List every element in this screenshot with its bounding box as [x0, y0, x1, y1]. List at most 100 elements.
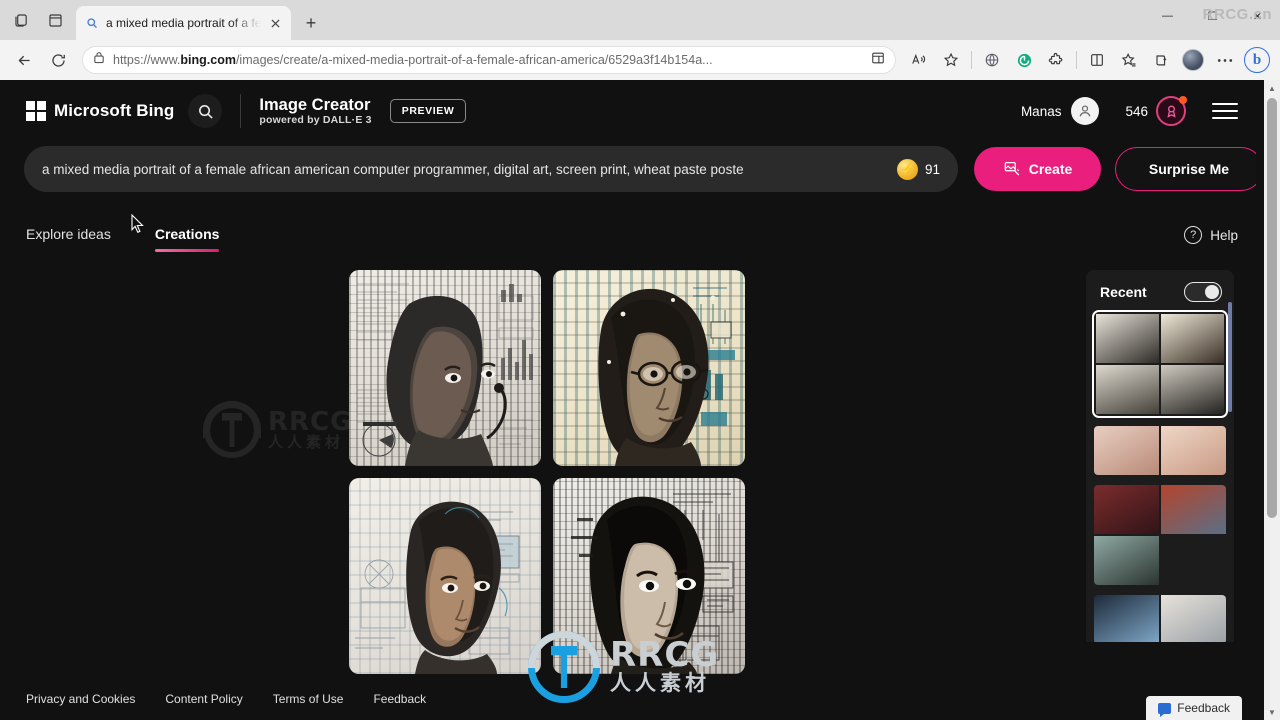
- split-screen-icon[interactable]: [1082, 45, 1112, 75]
- creations-content: Recent: [8, 270, 1256, 674]
- close-icon[interactable]: [267, 15, 283, 31]
- favorites-bar-icon[interactable]: [1114, 45, 1144, 75]
- recent-thumbnail[interactable]: [1094, 536, 1159, 585]
- recent-thumbnail[interactable]: [1094, 595, 1159, 642]
- recent-thumbnail[interactable]: [1161, 314, 1224, 363]
- create-button-label: Create: [1028, 161, 1073, 177]
- creation-image[interactable]: [349, 270, 541, 466]
- restore-button[interactable]: ❐: [1190, 0, 1235, 32]
- footer-link-feedback[interactable]: Feedback: [373, 692, 426, 706]
- recent-group[interactable]: [1094, 595, 1226, 642]
- tab-explore-ideas[interactable]: Explore ideas: [26, 226, 111, 252]
- creation-image[interactable]: [553, 270, 745, 466]
- preview-badge: PREVIEW: [389, 99, 467, 123]
- copilot-bing-icon[interactable]: b: [1242, 45, 1272, 75]
- help-label: Help: [1210, 227, 1238, 243]
- page-subtitle: powered by DALL·E 3: [259, 114, 372, 127]
- reload-icon[interactable]: [42, 44, 74, 76]
- header-right: Manas 546: [1021, 96, 1238, 126]
- recent-thumbnail[interactable]: [1161, 426, 1226, 475]
- globe-icon[interactable]: [977, 45, 1007, 75]
- feedback-speech-bubble-icon: [1158, 702, 1172, 717]
- feedback-button-label: Feedback: [1177, 701, 1230, 715]
- creation-image[interactable]: [349, 478, 541, 674]
- search-icon[interactable]: [188, 94, 223, 128]
- tab-title: a mixed media portrait of a fema: [106, 16, 261, 30]
- notification-dot: [1179, 96, 1187, 104]
- footer-link-terms[interactable]: Terms of Use: [273, 692, 344, 706]
- microsoft-bing-logo[interactable]: Microsoft Bing: [26, 101, 174, 121]
- hamburger-menu-icon[interactable]: [1212, 103, 1238, 119]
- back-arrow-icon[interactable]: [8, 44, 40, 76]
- surprise-me-button[interactable]: Surprise Me: [1115, 147, 1256, 191]
- recent-thumbnail[interactable]: [1161, 595, 1226, 642]
- prompt-input[interactable]: a mixed media portrait of a female afric…: [42, 162, 883, 177]
- page-scrollbar[interactable]: ▲ ▼: [1264, 80, 1280, 720]
- rewards-badge-icon: [1156, 96, 1187, 126]
- extensions-puzzle-icon[interactable]: [1041, 45, 1071, 75]
- product-title-block: Image Creator powered by DALL·E 3: [259, 96, 371, 127]
- create-button[interactable]: Create: [974, 147, 1101, 191]
- tab-actions-icon[interactable]: [4, 3, 38, 37]
- footer-link-content-policy[interactable]: Content Policy: [165, 692, 242, 706]
- scroll-down-arrow[interactable]: ▼: [1264, 704, 1280, 720]
- user-name: Manas: [1020, 103, 1062, 119]
- magic-wand-image-icon: [1003, 159, 1021, 180]
- recent-thumbnail[interactable]: [1161, 365, 1224, 414]
- footer-link-privacy[interactable]: Privacy and Cookies: [26, 692, 135, 706]
- vertical-tabs-icon[interactable]: [38, 3, 72, 37]
- browser-tab[interactable]: a mixed media portrait of a fema: [76, 6, 291, 40]
- settings-more-icon[interactable]: [1210, 45, 1240, 75]
- feedback-button[interactable]: Feedback: [1146, 696, 1242, 720]
- page-viewport: Microsoft Bing Image Creator powered by …: [0, 80, 1280, 720]
- toggle-switch-icon[interactable]: [1184, 282, 1222, 302]
- site-header: Microsoft Bing Image Creator powered by …: [8, 80, 1256, 142]
- green-shield-icon[interactable]: [1009, 45, 1039, 75]
- question-circle-icon: ?: [1184, 226, 1203, 244]
- recent-thumbnail[interactable]: [1094, 485, 1159, 534]
- close-window-button[interactable]: ✕: [1235, 0, 1280, 32]
- favorite-star-icon[interactable]: [936, 45, 966, 75]
- minimize-button[interactable]: —: [1145, 0, 1190, 32]
- url-domain: bing.com: [180, 53, 236, 67]
- bing-image-creator-page: Microsoft Bing Image Creator powered by …: [8, 80, 1256, 720]
- recent-scrollbar[interactable]: [1228, 302, 1232, 412]
- recent-thumbnail[interactable]: [1096, 365, 1159, 414]
- recent-thumbnail[interactable]: [1161, 485, 1226, 534]
- tab-strip: a mixed media portrait of a fema + — ❐ ✕: [0, 0, 1280, 40]
- creation-image[interactable]: [553, 478, 745, 674]
- toolbar-divider: [1076, 51, 1077, 69]
- scroll-up-arrow[interactable]: ▲: [1264, 80, 1280, 96]
- read-aloud-icon[interactable]: [904, 45, 934, 75]
- brand-name: Microsoft Bing: [54, 101, 175, 120]
- creation-artwork: [553, 270, 745, 466]
- person-avatar-icon[interactable]: [1071, 97, 1100, 125]
- recent-thumbnail[interactable]: [1096, 314, 1159, 363]
- address-bar-url: https://www.bing.com/images/create/a-mix…: [113, 53, 863, 67]
- profile-avatar[interactable]: [1178, 45, 1208, 75]
- recent-panel: Recent: [1086, 270, 1234, 642]
- help-link[interactable]: ? Help: [1184, 226, 1238, 252]
- collections-icon[interactable]: [1146, 45, 1176, 75]
- new-tab-button[interactable]: +: [297, 9, 325, 37]
- recent-thumbnail-empty: [1161, 536, 1226, 585]
- site-permissions-icon[interactable]: [93, 51, 105, 69]
- navigation-toolbar: https://www.bing.com/images/create/a-mix…: [0, 40, 1280, 80]
- recent-title: Recent: [1100, 284, 1147, 300]
- scrollbar-thumb[interactable]: [1267, 98, 1277, 518]
- creation-artwork: [553, 478, 745, 674]
- header-divider: [240, 94, 242, 128]
- recent-thumbnail[interactable]: [1094, 426, 1159, 475]
- recent-group[interactable]: [1094, 485, 1226, 585]
- rewards-widget[interactable]: 546: [1125, 96, 1187, 126]
- tab-creations[interactable]: Creations: [154, 226, 219, 252]
- prompt-input-container[interactable]: a mixed media portrait of a female afric…: [24, 146, 958, 192]
- creation-artwork: [349, 270, 541, 466]
- recent-group-selected[interactable]: [1092, 310, 1228, 418]
- browser-window: a mixed media portrait of a fema + — ❐ ✕: [0, 0, 1280, 720]
- split-screen-icon[interactable]: [871, 51, 885, 70]
- address-bar[interactable]: https://www.bing.com/images/create/a-mix…: [82, 46, 896, 74]
- recent-group[interactable]: [1094, 426, 1226, 475]
- page-footer: Privacy and Cookies Content Policy Terms…: [8, 678, 1256, 720]
- boost-count: 91: [924, 161, 940, 177]
